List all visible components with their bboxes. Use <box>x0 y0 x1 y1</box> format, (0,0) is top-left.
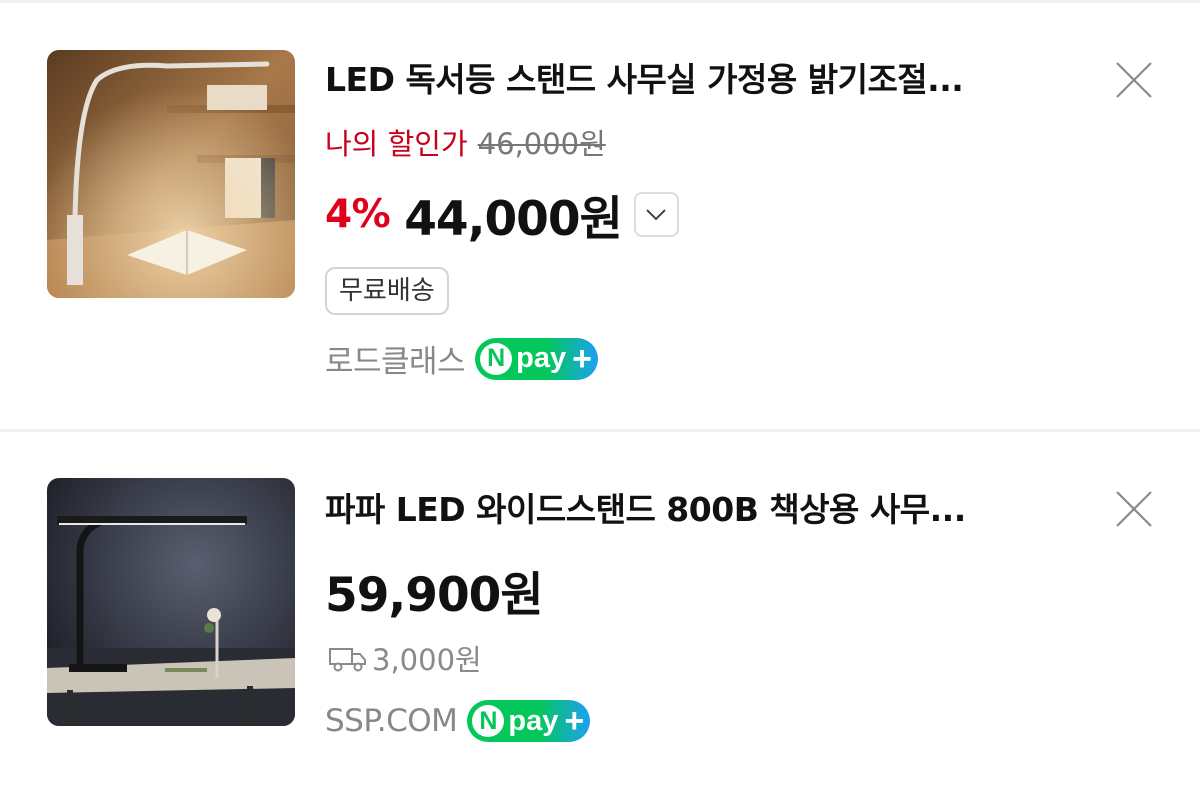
product-thumbnail[interactable] <box>47 50 295 298</box>
free-shipping-badge: 무료배송 <box>325 267 449 315</box>
npay-plus-badge[interactable]: N pay + <box>467 700 591 742</box>
chevron-down-icon <box>646 208 667 220</box>
shipping-fee: 3,000원 <box>372 643 482 677</box>
discount-rate: 4% <box>325 192 391 237</box>
seller-name[interactable]: SSP.COM <box>325 703 458 739</box>
price-row: 4% 44,000원 <box>325 180 679 249</box>
product-thumbnail[interactable] <box>47 478 295 726</box>
product-card[interactable]: 파파 LED 와이드스탠드 800B 책상용 사무... 59,900원 3,0… <box>0 432 1200 793</box>
original-price: 46,000원 <box>477 127 606 161</box>
npay-label: pay <box>508 704 559 737</box>
npay-label: pay <box>516 342 567 374</box>
sale-price: 44,000원 <box>404 192 623 247</box>
product-card[interactable]: LED 독서등 스탠드 사무실 가정용 밝기조절... 나의 할인가 46,00… <box>0 0 1200 429</box>
plus-icon: + <box>572 339 592 378</box>
product-title[interactable]: LED 독서등 스탠드 사무실 가정용 밝기조절... <box>325 58 1095 102</box>
seller-row: SSP.COM N pay + <box>325 700 591 742</box>
remove-button[interactable] <box>1114 489 1154 529</box>
lamp-image <box>47 50 295 298</box>
npay-n-icon: N <box>480 342 513 375</box>
seller-name[interactable]: 로드클래스 <box>325 336 466 381</box>
remove-button[interactable] <box>1114 60 1154 100</box>
plus-icon: + <box>564 702 585 740</box>
product-title[interactable]: 파파 LED 와이드스탠드 800B 책상용 사무... <box>325 488 1095 532</box>
truck-icon <box>329 648 366 672</box>
my-discount-label: 나의 할인가 <box>325 127 468 161</box>
shipping-fee-row: 3,000원 <box>328 637 482 679</box>
close-icon <box>1116 62 1152 98</box>
seller-row: 로드클래스 N pay + <box>325 336 598 381</box>
price-row: 59,900원 <box>325 556 544 625</box>
my-price-row: 나의 할인가 46,000원 <box>325 124 606 164</box>
npay-plus-badge[interactable]: N pay + <box>475 337 598 380</box>
lamp-image <box>47 478 295 726</box>
close-icon <box>1116 491 1152 527</box>
sale-price: 59,900원 <box>325 568 544 623</box>
price-detail-toggle[interactable] <box>633 192 679 237</box>
npay-n-icon: N <box>472 705 505 737</box>
